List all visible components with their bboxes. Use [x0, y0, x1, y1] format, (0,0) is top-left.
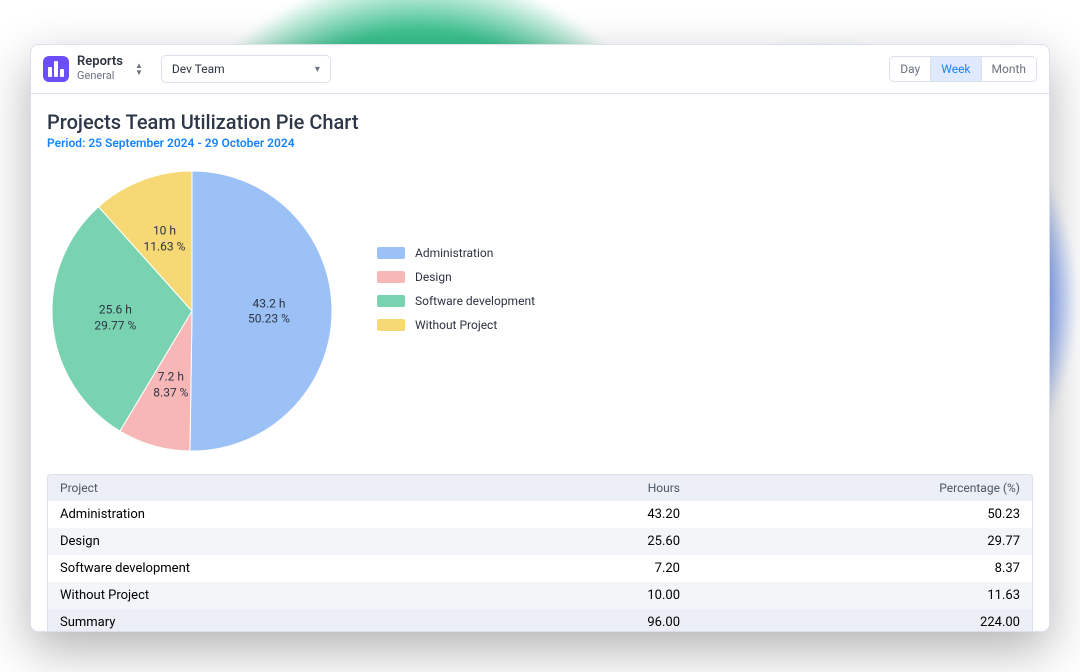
legend-swatch: [377, 247, 405, 259]
utilization-table: ProjectHoursPercentage (%)Administration…: [47, 474, 1033, 632]
report-card: Reports General ▲▼ Dev Team ▾ Day Week M…: [30, 44, 1050, 632]
legend: Administration Design Software development…: [377, 246, 535, 332]
cell-project: Design: [48, 528, 472, 555]
cell-summary-label: Summary: [48, 609, 472, 632]
team-select[interactable]: Dev Team ▾: [161, 55, 331, 83]
col-hours: Hours: [472, 475, 692, 501]
cell-hours: 43.20: [472, 501, 692, 528]
cell-pct: 8.37: [692, 555, 1032, 582]
legend-item[interactable]: Without Project: [377, 318, 535, 332]
date-range-segment: Day Week Month: [889, 56, 1037, 82]
table-row: Without Project10.0011.63: [48, 582, 1032, 609]
reports-switcher-text: Reports General: [77, 55, 123, 83]
cell-hours: 25.60: [472, 528, 692, 555]
sort-chevrons-icon[interactable]: ▲▼: [135, 62, 143, 76]
cell-project: Software development: [48, 555, 472, 582]
chevron-down-icon: ▾: [315, 64, 320, 75]
pie-chart: 43.2 h50.23 %7.2 h8.37 %25.6 h29.77 %10 …: [47, 166, 337, 456]
cell-summary-hours: 96.00: [472, 609, 692, 632]
range-day[interactable]: Day: [890, 57, 930, 81]
col-project: Project: [48, 475, 472, 501]
content: Projects Team Utilization Pie Chart Peri…: [31, 94, 1049, 632]
cell-project: Without Project: [48, 582, 472, 609]
range-week[interactable]: Week: [930, 57, 980, 81]
team-select-value: Dev Team: [172, 62, 225, 76]
table-summary-row: Summary96.00224.00: [48, 609, 1032, 632]
table-row: Administration43.2050.23: [48, 501, 1032, 528]
legend-swatch: [377, 295, 405, 307]
legend-item[interactable]: Administration: [377, 246, 535, 260]
cell-pct: 50.23: [692, 501, 1032, 528]
top-bar: Reports General ▲▼ Dev Team ▾ Day Week M…: [31, 45, 1049, 94]
brand-subtitle: General: [77, 70, 123, 83]
cell-summary-pct: 224.00: [692, 609, 1032, 632]
legend-swatch: [377, 319, 405, 331]
legend-label: Without Project: [415, 318, 497, 332]
table-header: ProjectHoursPercentage (%): [48, 475, 1032, 501]
period-label: Period: 25 September 2024 - 29 October 2…: [47, 136, 1033, 150]
legend-swatch: [377, 271, 405, 283]
legend-label: Software development: [415, 294, 535, 308]
legend-item[interactable]: Design: [377, 270, 535, 284]
cell-project: Administration: [48, 501, 472, 528]
page-title: Projects Team Utilization Pie Chart: [47, 110, 1033, 134]
range-month[interactable]: Month: [981, 57, 1036, 81]
reports-switcher[interactable]: Reports General ▲▼: [43, 55, 143, 83]
cell-hours: 10.00: [472, 582, 692, 609]
cell-pct: 11.63: [692, 582, 1032, 609]
pie-slice[interactable]: [190, 171, 332, 451]
bar-chart-icon: [43, 56, 69, 82]
brand-title: Reports: [77, 55, 123, 70]
legend-label: Design: [415, 270, 452, 284]
col-pct: Percentage (%): [692, 475, 1032, 501]
legend-label: Administration: [415, 246, 493, 260]
cell-hours: 7.20: [472, 555, 692, 582]
cell-pct: 29.77: [692, 528, 1032, 555]
legend-item[interactable]: Software development: [377, 294, 535, 308]
table-row: Design25.6029.77: [48, 528, 1032, 555]
table-row: Software development7.208.37: [48, 555, 1032, 582]
